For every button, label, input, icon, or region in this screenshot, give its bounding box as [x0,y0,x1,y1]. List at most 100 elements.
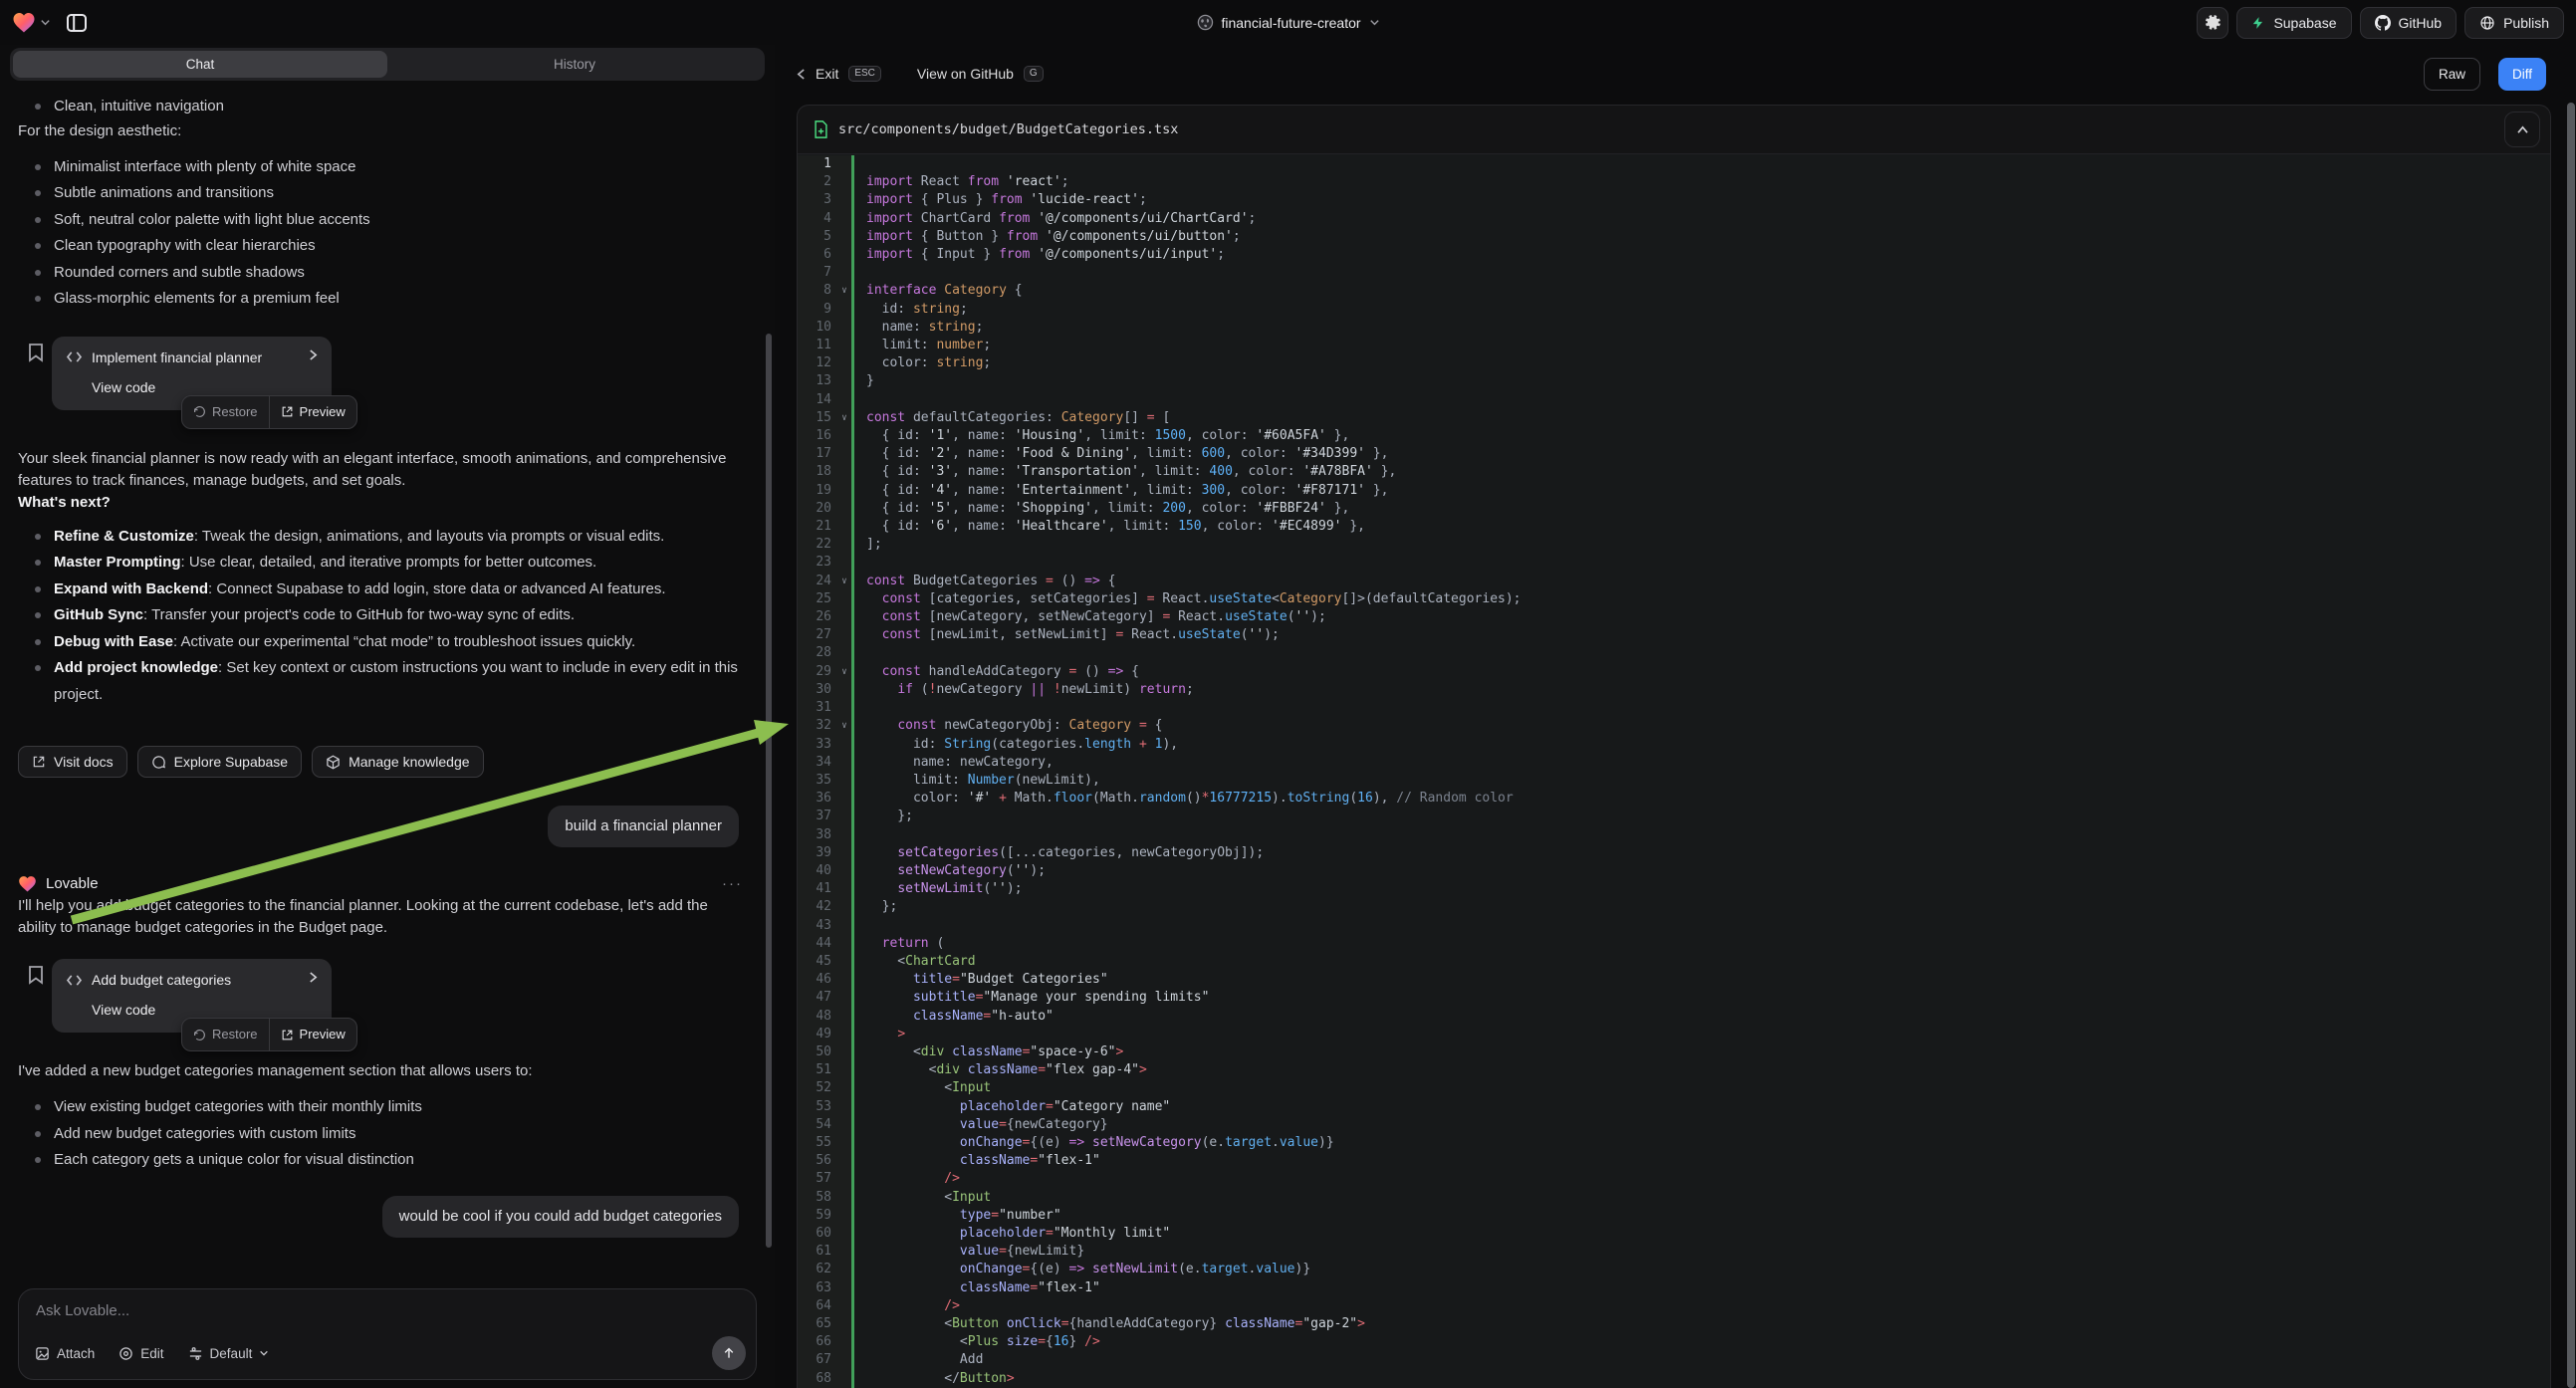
chevron-right-icon[interactable] [309,969,318,991]
code-text: { id: '3', name: 'Transportation', limit… [851,463,2550,481]
code-line: 21 { id: '6', name: 'Healthcare', limit:… [798,518,2550,536]
code-line: 36 color: '#' + Math.floor(Math.random()… [798,790,2550,808]
code-line: 44 return ( [798,935,2550,953]
preview-button[interactable]: Preview [269,1019,356,1050]
code-text: const [newCategory, setNewCategory] = Re… [851,608,2550,626]
code-line: 35 limit: Number(newLimit), [798,772,2550,790]
edit-mode-button[interactable]: Edit [118,1346,163,1361]
toggle-sidebar-button[interactable] [61,7,93,39]
fold-toggle-icon[interactable]: ∨ [837,409,851,427]
line-number: 61 [798,1243,837,1261]
preview-button[interactable]: Preview [269,396,356,428]
code-text: import { Button } from '@/components/ui/… [851,228,2550,246]
code-text [851,644,2550,662]
bookmark-icon[interactable] [28,343,44,410]
visit-docs-button[interactable]: Visit docs [18,746,127,778]
restore-button[interactable]: Restore [182,396,269,428]
code-line: 20 { id: '5', name: 'Shopping', limit: 2… [798,500,2550,518]
exit-button[interactable]: Exit [816,66,838,82]
file-added-icon [814,120,828,138]
fold-spacer [837,736,851,754]
chevron-down-icon [259,1348,269,1358]
supabase-button[interactable]: Supabase [2236,7,2351,39]
code-line: 37 }; [798,808,2550,825]
line-number: 67 [798,1351,837,1369]
fold-spacer [837,808,851,825]
version-card-block: Implement financial planner View code Re… [18,337,747,410]
code-line: 30 if (!newCategory || !newLimit) return… [798,681,2550,699]
code-text: <div className="space-y-6"> [851,1043,2550,1061]
prompt-input[interactable]: Ask Lovable... Attach Edit Default [18,1288,757,1380]
github-button[interactable]: GitHub [2360,7,2458,39]
panel-left-icon [67,14,87,32]
explore-supabase-button[interactable]: Explore Supabase [137,746,302,778]
bookmark-icon[interactable] [28,965,44,1033]
fold-spacer [837,1134,851,1152]
model-selector[interactable]: Default [188,1346,270,1361]
code-text: } [851,372,2550,390]
code-view-panel: Exit ESC View on GitHub G Raw Diff src/c… [775,45,2576,1388]
fold-spacer [837,1370,851,1388]
line-number: 5 [798,228,837,246]
code-line: 65 <Button onClick={handleAddCategory} c… [798,1315,2550,1333]
line-number: 55 [798,1134,837,1152]
code-text: setNewCategory(''); [851,862,2550,880]
chevron-left-icon [797,68,806,81]
code-editor[interactable]: 1 2import React from 'react';3import { P… [798,154,2550,1388]
tab-chat[interactable]: Chat [13,51,387,78]
chat-scrollbar[interactable] [766,334,772,1248]
code-line: 28 [798,644,2550,662]
code-line: 66 <Plus size={16} /> [798,1333,2550,1351]
code-line: 3import { Plus } from 'lucide-react'; [798,191,2550,209]
line-number: 9 [798,301,837,319]
lovable-logo-menu[interactable] [12,12,51,34]
fold-spacer [837,644,851,662]
code-text [851,917,2550,935]
code-text: { id: '1', name: 'Housing', limit: 1500,… [851,427,2550,445]
diff-toggle-button[interactable]: Diff [2498,58,2546,91]
fold-spacer [837,989,851,1007]
version-actions: Restore Preview [181,1018,357,1051]
fold-toggle-icon[interactable]: ∨ [837,663,851,681]
line-number: 54 [798,1116,837,1134]
attach-button[interactable]: Attach [35,1346,95,1361]
code-line: 26 const [newCategory, setNewCategory] =… [798,608,2550,626]
fold-spacer [837,319,851,337]
code-line: 50 <div className="space-y-6"> [798,1043,2550,1061]
raw-toggle-button[interactable]: Raw [2424,58,2480,91]
project-switcher[interactable]: financial-future-creator [1196,0,1379,45]
publish-button[interactable]: Publish [2464,7,2564,39]
view-on-github-button[interactable]: View on GitHub [917,66,1014,82]
line-number: 45 [798,953,837,971]
code-line: 22]; [798,536,2550,554]
send-button[interactable] [712,1336,746,1370]
code-text: limit: number; [851,337,2550,354]
chat-message-list[interactable]: Clean, intuitive navigation For the desi… [0,90,769,1286]
fold-toggle-icon[interactable]: ∨ [837,282,851,300]
collapse-file-button[interactable] [2504,112,2540,147]
restore-button[interactable]: Restore [182,1019,269,1050]
assistant-header: Lovable ··· [18,873,747,895]
code-text [851,699,2550,717]
code-text: className="flex-1" [851,1279,2550,1297]
bullet-item: Expand with Backend: Connect Supabase to… [54,577,747,603]
settings-button[interactable] [2197,7,2228,39]
esc-key-badge: ESC [848,66,881,82]
code-line: 24∨const BudgetCategories = () => { [798,573,2550,590]
line-number: 42 [798,898,837,916]
message-menu-icon[interactable]: ··· [722,873,747,895]
chat-bubble-icon [151,755,166,770]
bullet-item: Debug with Ease: Activate our experiment… [54,629,747,656]
code-line: 52 <Input [798,1079,2550,1097]
chevron-right-icon[interactable] [309,347,318,368]
fold-toggle-icon[interactable]: ∨ [837,573,851,590]
tab-history[interactable]: History [387,51,762,78]
chevron-down-icon [40,17,51,28]
code-scrollbar[interactable] [2567,103,2575,1388]
fold-toggle-icon[interactable]: ∨ [837,717,851,735]
code-line: 23 [798,554,2550,572]
code-line: 59 type="number" [798,1207,2550,1225]
line-number: 65 [798,1315,837,1333]
project-globe-icon [1196,14,1213,31]
manage-knowledge-button[interactable]: Manage knowledge [312,746,483,778]
